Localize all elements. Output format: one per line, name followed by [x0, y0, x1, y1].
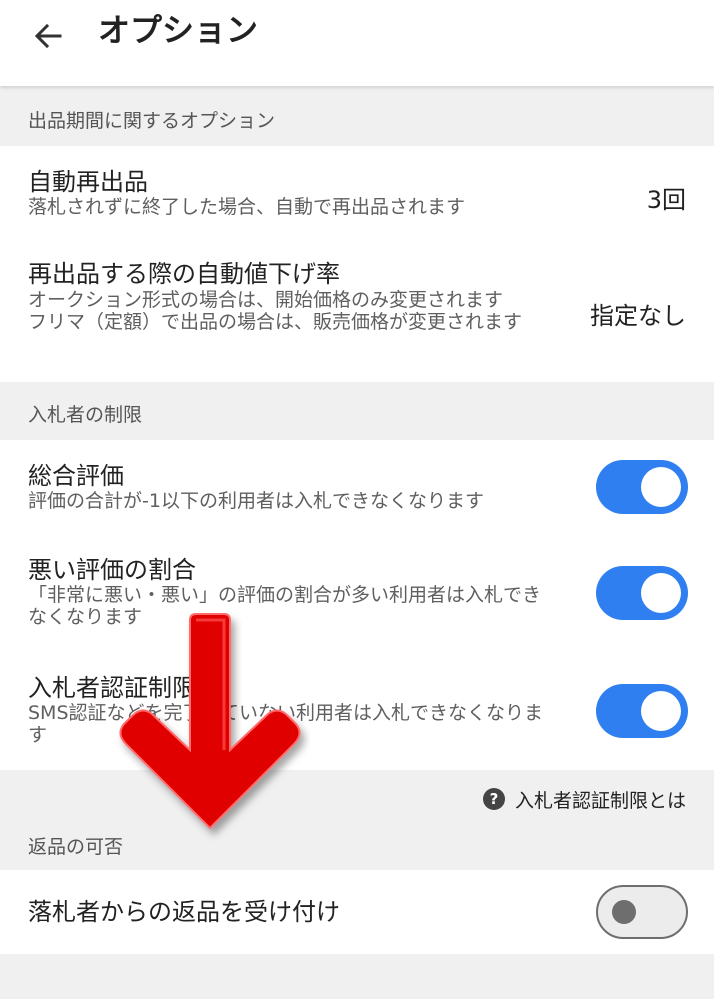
row-description-line2: フリマ（定額）で出品の場合は、販売価格が変更されます — [28, 311, 523, 333]
bidder-verification-row[interactable]: 入札者認証制限 SMS認証などを完了していない利用者は入札できなくなります — [0, 652, 714, 770]
row-title: 総合評価 — [28, 462, 124, 490]
auto-price-down-value: 指定なし — [590, 302, 686, 330]
row-description-line1: オークション形式の場合は、開始価格のみ変更されます — [28, 289, 504, 311]
auto-relist-row[interactable]: 自動再出品 落札されずに終了した場合、自動で再出品されます 3回 — [0, 146, 714, 238]
toggle-knob — [641, 467, 681, 507]
toggle-knob — [641, 573, 681, 613]
page-title: オプション — [98, 11, 259, 49]
accept-returns-toggle[interactable] — [596, 885, 688, 939]
section-header-period: 出品期間に関するオプション — [0, 86, 714, 146]
bad-rating-ratio-toggle[interactable] — [596, 566, 688, 620]
toggle-knob — [612, 900, 636, 924]
section-label: 出品期間に関するオプション — [28, 110, 276, 132]
auto-relist-value: 3回 — [646, 186, 686, 214]
row-description: 落札されずに終了した場合、自動で再出品されます — [28, 196, 466, 218]
section-label: 返品の可否 — [28, 836, 124, 858]
row-title: 落札者からの返品を受け付け — [28, 898, 340, 926]
red-down-arrow-icon — [119, 613, 301, 830]
bidder-verification-toggle[interactable] — [596, 684, 688, 738]
help-link-label: 入札者認証制限とは — [514, 789, 686, 812]
arrow-left-icon[interactable] — [26, 14, 70, 58]
overall-rating-row[interactable]: 総合評価 評価の合計が-1以下の利用者は入札できなくなります — [0, 440, 714, 536]
bad-rating-ratio-row[interactable]: 悪い評価の割合 「非常に悪い・悪い」の評価の割合が多い利用者は入札できなくなりま… — [0, 536, 714, 652]
row-title: 悪い評価の割合 — [28, 556, 196, 584]
app-bar: オプション — [0, 0, 714, 86]
section-label: 入札者の制限 — [28, 404, 143, 426]
overall-rating-toggle[interactable] — [596, 460, 688, 514]
accept-returns-row[interactable]: 落札者からの返品を受け付け — [0, 870, 714, 954]
row-title: 再出品する際の自動値下げ率 — [28, 260, 340, 288]
row-title: 自動再出品 — [28, 168, 148, 196]
section-header-returns: 返品の可否 — [0, 820, 714, 870]
bidder-verification-help-link[interactable]: ? 入札者認証制限とは — [482, 786, 686, 812]
section-header-bidder-limits: 入札者の制限 — [0, 382, 714, 440]
row-description: 評価の合計が-1以下の利用者は入札できなくなります — [28, 490, 484, 512]
question-circle-icon: ? — [482, 788, 505, 810]
toggle-knob — [641, 691, 681, 731]
auto-price-down-row[interactable]: 再出品する際の自動値下げ率 オークション形式の場合は、開始価格のみ変更されます … — [0, 238, 714, 382]
